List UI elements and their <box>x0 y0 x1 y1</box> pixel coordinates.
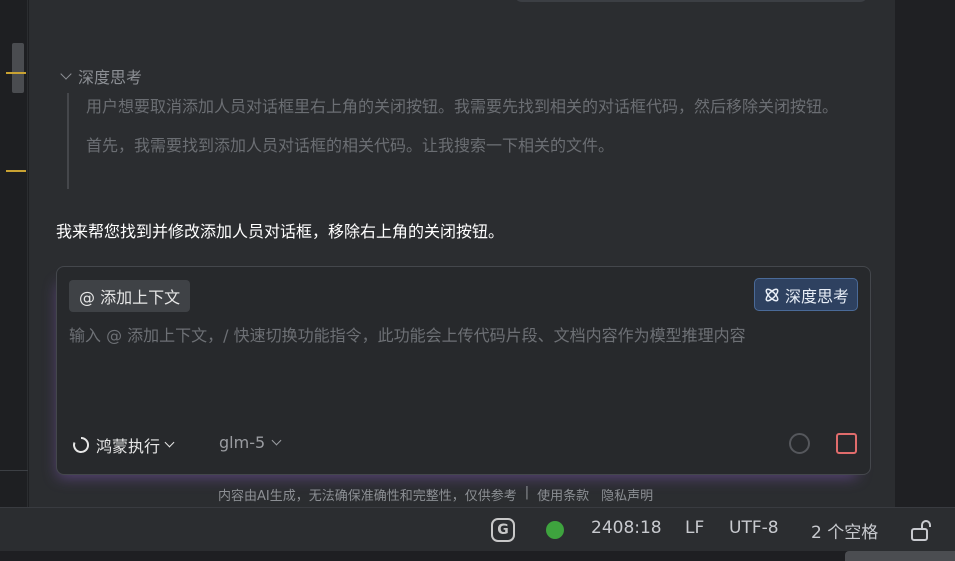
disclaimer-text: 内容由AI生成，无法确保准确性和完整性，仅供参考 <box>218 489 517 504</box>
mode-selector[interactable]: 鸿蒙执行 <box>72 433 175 457</box>
circle-button[interactable] <box>789 433 810 454</box>
stop-button[interactable] <box>836 433 857 454</box>
change-marker <box>6 72 26 74</box>
privacy-link[interactable]: 隐私声明 <box>601 485 653 504</box>
encoding[interactable]: UTF-8 <box>729 518 779 538</box>
right-sidebar <box>895 0 955 507</box>
status-bar: G 2408:18 LF UTF-8 2 个空格 <box>0 507 955 551</box>
thinking-paragraph: 用户想要取消添加人员对话框里右上角的关闭按钮。我需要先找到相关的对话框代码，然后… <box>86 97 839 116</box>
assistant-message: 我来帮您找到并修改添加人员对话框，移除右上角的关闭按钮。 <box>56 222 505 241</box>
add-context-button[interactable]: @ 添加上下文 <box>69 280 191 312</box>
status-indicator[interactable] <box>546 521 564 539</box>
previous-message-bubble <box>514 0 868 2</box>
thinking-paragraph: 首先，我需要找到添加人员对话框的相关代码。让我搜索一下相关的文件。 <box>86 136 615 155</box>
chevron-down-icon <box>60 67 72 80</box>
thinking-content: 用户想要取消添加人员对话框里右上角的关闭按钮。我需要先找到相关的对话框代码，然后… <box>67 93 867 189</box>
line-ending[interactable]: LF <box>685 518 704 538</box>
divider <box>0 470 28 471</box>
indent-setting[interactable]: 2 个空格 <box>811 518 878 543</box>
model-selector[interactable]: glm-5 <box>219 433 282 452</box>
atom-icon <box>765 288 779 301</box>
thinking-title: 深度思考 <box>78 68 143 87</box>
horizontal-scrollbar-thumb[interactable] <box>845 551 955 561</box>
bottom-bar <box>0 551 955 561</box>
unlock-icon[interactable] <box>909 517 933 543</box>
model-label: glm-5 <box>219 433 266 452</box>
spinner-icon <box>73 436 90 453</box>
thinking-toggle[interactable]: 深度思考 <box>60 64 143 88</box>
separator: | <box>524 485 530 500</box>
editor-gutter <box>0 0 28 507</box>
g-icon[interactable]: G <box>491 518 515 542</box>
cursor-position[interactable]: 2408:18 <box>591 518 662 538</box>
terms-link[interactable]: 使用条款 <box>537 485 589 504</box>
footer-disclaimer: 内容由AI生成，无法确保准确性和完整性，仅供参考 | 使用条款 隐私声明 <box>218 485 653 504</box>
change-marker <box>6 170 26 172</box>
scrollbar-thumb[interactable] <box>12 43 24 93</box>
deep-think-button[interactable]: 深度思考 <box>753 278 858 311</box>
mode-label: 鸿蒙执行 <box>96 437 161 456</box>
chevron-down-icon <box>164 437 175 448</box>
chat-input-field[interactable]: 输入 @ 添加上下文，/ 快速切换功能指令，此功能会上传代码片段、文档内容作为模… <box>69 322 859 346</box>
deep-think-label: 深度思考 <box>784 286 849 306</box>
chat-panel: 深度思考 用户想要取消添加人员对话框里右上角的关闭按钮。我需要先找到相关的对话框… <box>29 0 895 507</box>
chat-input-box: @ 添加上下文 深度思考 输入 @ 添加上下文，/ 快速切换功能指令，此功能会上… <box>56 266 871 475</box>
chevron-down-icon <box>271 435 282 445</box>
